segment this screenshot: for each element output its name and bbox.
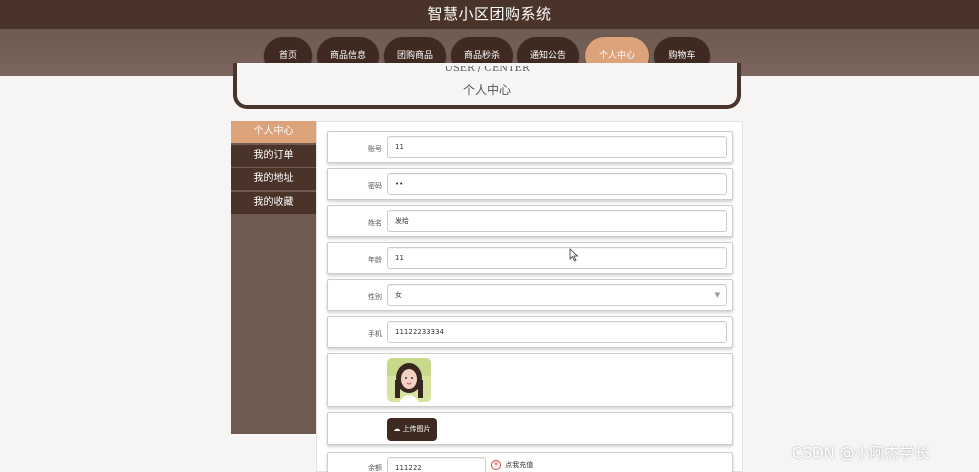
user-center-banner: USER / CENTER 个人中心 bbox=[233, 63, 741, 109]
gender-value: 女 bbox=[395, 291, 402, 299]
top-bar: 智慧小区团购系统 bbox=[0, 0, 979, 29]
form-row-password: 密码 •• bbox=[327, 168, 733, 200]
sidebar: 个人中心 我的订单 我的地址 我的收藏 bbox=[231, 121, 316, 434]
name-label: 姓名 bbox=[368, 219, 382, 227]
balance-input[interactable]: 111222 bbox=[387, 457, 486, 472]
balance-label: 余额 bbox=[368, 464, 382, 472]
form-row-balance: 余额 111222 ¥ 点我充值 bbox=[327, 452, 733, 472]
profile-form: 账号 11 密码 •• 姓名 发给 年龄 11 性别 女 ▼ 手机 111222… bbox=[316, 121, 743, 472]
name-input[interactable]: 发给 bbox=[387, 210, 727, 232]
cloud-upload-icon: ☁ bbox=[393, 425, 401, 433]
age-label: 年龄 bbox=[368, 256, 382, 264]
chevron-down-icon: ▼ bbox=[714, 291, 720, 299]
form-row-account: 账号 11 bbox=[327, 131, 733, 163]
gender-label: 性别 bbox=[368, 293, 382, 301]
watermark: CSDN @小阿杰学长 bbox=[792, 444, 930, 462]
sidebar-item-addresses[interactable]: 我的地址 bbox=[231, 168, 316, 190]
upload-image-label: 上传图片 bbox=[402, 425, 431, 433]
password-label: 密码 bbox=[368, 182, 382, 190]
age-input[interactable]: 11 bbox=[387, 247, 727, 269]
password-input[interactable]: •• bbox=[387, 173, 727, 195]
form-row-phone: 手机 11122233334 bbox=[327, 316, 733, 348]
form-row-age: 年龄 11 bbox=[327, 242, 733, 274]
form-row-upload: ☁ 上传图片 bbox=[327, 412, 733, 445]
phone-input[interactable]: 11122233334 bbox=[387, 321, 727, 343]
site-title: 智慧小区团购系统 bbox=[427, 5, 552, 23]
avatar bbox=[387, 358, 431, 402]
form-row-avatar bbox=[327, 353, 733, 407]
sidebar-item-favorites[interactable]: 我的收藏 bbox=[231, 192, 316, 214]
gender-select[interactable]: 女 ▼ bbox=[387, 284, 727, 306]
form-row-gender: 性别 女 ▼ bbox=[327, 279, 733, 311]
sidebar-item-orders[interactable]: 我的订单 bbox=[231, 145, 316, 167]
sidebar-item-user-center[interactable]: 个人中心 bbox=[231, 121, 316, 143]
user-center-title-cn: 个人中心 bbox=[462, 83, 511, 97]
form-row-name: 姓名 发给 bbox=[327, 205, 733, 237]
user-center-title-en: USER / CENTER bbox=[444, 66, 530, 74]
recharge-label: 点我充值 bbox=[505, 461, 534, 469]
mouse-cursor-icon bbox=[569, 248, 579, 262]
recharge-link[interactable]: ¥ 点我充值 bbox=[491, 458, 533, 472]
avatar-image bbox=[387, 358, 431, 402]
account-label: 账号 bbox=[368, 145, 382, 153]
yen-icon: ¥ bbox=[491, 460, 501, 470]
phone-label: 手机 bbox=[368, 330, 382, 338]
account-input[interactable]: 11 bbox=[387, 136, 727, 158]
upload-image-button[interactable]: ☁ 上传图片 bbox=[387, 418, 437, 441]
